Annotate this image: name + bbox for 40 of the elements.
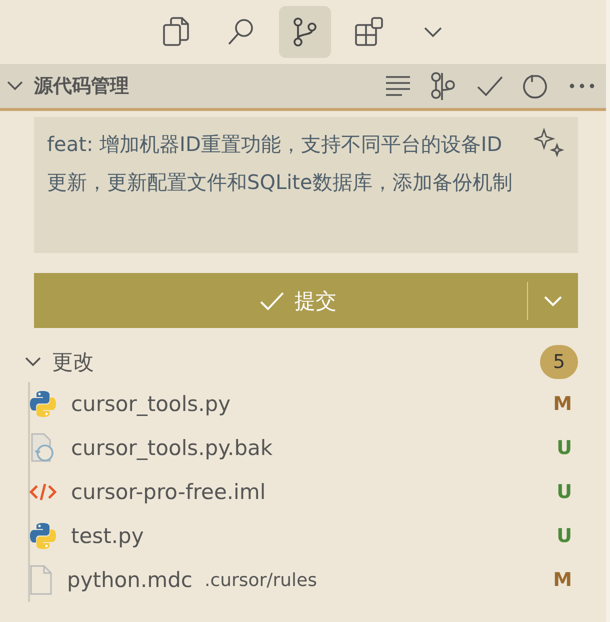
file-item[interactable]: python.mdc .cursor/rules M (30, 558, 606, 602)
file-item[interactable]: test.py U (30, 514, 606, 558)
section-title: 源代码管理 (34, 74, 129, 99)
section-header[interactable]: 源代码管理 (0, 64, 606, 111)
file-name: cursor-pro-free.iml (71, 480, 266, 504)
python-icon (29, 390, 57, 418)
file-item[interactable]: cursor_tools.py.bak U (30, 426, 606, 470)
file-name: cursor_tools.py.bak (71, 436, 273, 460)
files-icon (163, 17, 191, 47)
chevron-down-icon (423, 26, 443, 38)
activity-tab[interactable] (279, 6, 331, 58)
branch-icon (291, 17, 319, 47)
list-icon (385, 75, 411, 97)
refresh-icon (523, 73, 549, 99)
ellipsis-icon (569, 83, 595, 89)
status-letter: M (553, 569, 572, 591)
python-icon (29, 522, 57, 550)
file-path: .cursor/rules (204, 570, 318, 590)
count-badge: 5 (540, 345, 578, 379)
search-icon (226, 17, 256, 47)
extensions-icon (354, 17, 384, 47)
changes-header[interactable]: 更改 5 (0, 342, 606, 382)
status-letter: M (553, 393, 572, 415)
status-letter: U (556, 481, 572, 503)
graph-icon (430, 72, 458, 100)
changes-title: 更改 (52, 349, 94, 376)
status-letter: U (556, 525, 572, 547)
file-name: cursor_tools.py (71, 392, 231, 416)
commit-message-field[interactable]: feat: 增加机器ID重置功能，支持不同平台的设备ID更新，更新配置文件和SQLite数据库，添加备份机制 (34, 117, 578, 253)
file-item[interactable]: cursor-pro-free.iml U (30, 470, 606, 514)
file-item[interactable]: cursor_tools.py M (30, 382, 606, 426)
code-icon (29, 482, 57, 502)
file-name: test.py (71, 524, 144, 548)
sparkle-icon[interactable] (534, 127, 564, 157)
status-letter: U (556, 437, 572, 459)
chevron-down-icon (543, 294, 563, 306)
check-icon (476, 75, 504, 97)
check-icon (258, 290, 284, 310)
file-icon (29, 565, 53, 595)
file-name: python.mdc (67, 568, 192, 592)
